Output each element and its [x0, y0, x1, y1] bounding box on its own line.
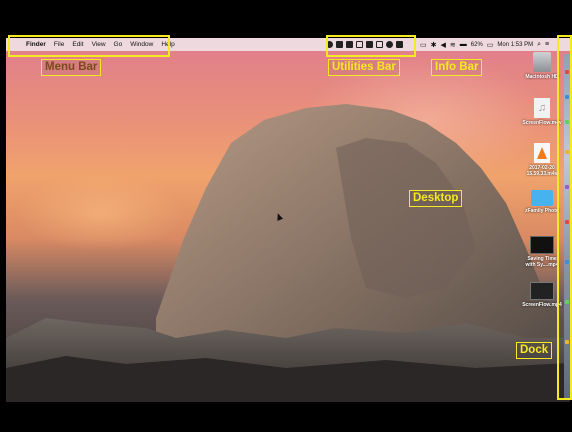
- desktop-icon-label: ScreenFlow.mp4: [522, 302, 562, 308]
- battery-percent[interactable]: 62%: [471, 42, 483, 48]
- folder-icon: [531, 190, 553, 206]
- desktop-icon-zfamily-photo[interactable]: zFamily Photo: [522, 190, 562, 214]
- utilities-bar-highlight: [326, 35, 416, 57]
- desktop-icon-saving-time-mp4[interactable]: Saving Time with Sy....mp4: [522, 236, 562, 268]
- vlc-file-icon: [534, 143, 550, 163]
- half-dome-wallpaper: [6, 104, 570, 402]
- desktop-icon-macintosh-hd[interactable]: Macintosh HD: [522, 52, 562, 80]
- dock-label: Dock: [516, 342, 553, 359]
- info-icons: ▭ ✱ ◀ ≋ ▬ 62% ▭ Mon 1:53 PM ⌕ ≡: [420, 38, 549, 51]
- desktop-icon-screenflow-mp4[interactable]: ScreenFlow.mp4: [522, 282, 562, 308]
- desktop-label: Desktop: [409, 190, 463, 207]
- desktop-icon-label: Macintosh HD: [525, 74, 559, 80]
- hard-drive-icon: [533, 52, 551, 72]
- notification-center-icon[interactable]: ≡: [545, 41, 549, 48]
- battery-icon[interactable]: ▭: [487, 41, 494, 49]
- desktop-icon-label: ScreenFlow.m4v: [522, 120, 562, 126]
- desktop-icon-label: zFamily Photo: [525, 208, 559, 214]
- volume-icon[interactable]: ◀: [441, 41, 446, 49]
- desktop-icon-label: 2017-02-20 15.59.33.m4v: [526, 165, 558, 177]
- desktop-icon-label: Saving Time with Sy....mp4: [525, 256, 559, 268]
- menu-bar-label: Menu Bar: [41, 59, 102, 76]
- menu-bar-highlight: [8, 35, 170, 57]
- utilities-bar-label: Utilities Bar: [328, 59, 400, 76]
- desktop-icon-2017-m4v[interactable]: 2017-02-20 15.59.33.m4v: [522, 143, 562, 177]
- spotlight-search-icon[interactable]: ⌕: [537, 41, 541, 49]
- flag-icon[interactable]: ▬: [460, 41, 467, 48]
- clock[interactable]: Mon 1:53 PM: [497, 42, 533, 48]
- desktop-screen: Finder File Edit View Go Window Help ▭ ✱…: [6, 38, 570, 402]
- info-bar-label: Info Bar: [431, 59, 483, 76]
- video-thumbnail-icon: [530, 282, 554, 300]
- wifi-icon[interactable]: ≋: [450, 41, 456, 49]
- airplay-icon[interactable]: ▭: [420, 41, 427, 49]
- video-thumbnail-icon: [530, 236, 554, 254]
- desktop-icon-screenflow-m4v[interactable]: ♫ ScreenFlow.m4v: [522, 98, 562, 126]
- bluetooth-icon[interactable]: ✱: [431, 41, 437, 49]
- music-file-icon: ♫: [534, 98, 550, 118]
- dock-highlight: [557, 35, 572, 400]
